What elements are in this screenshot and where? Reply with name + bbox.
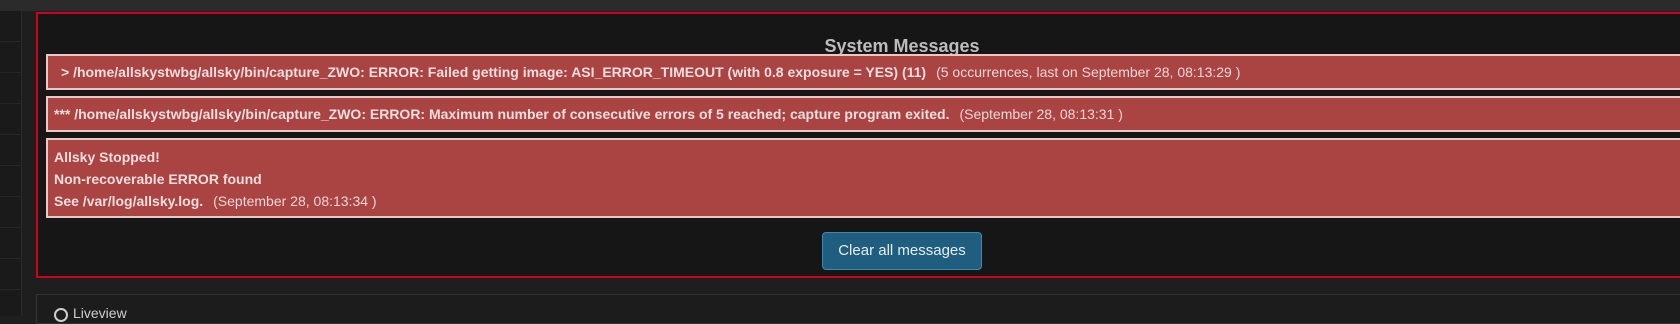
message-meta: (5 occurrences, last on September 28, 08… (936, 64, 1241, 80)
sidebar-cell[interactable] (0, 11, 21, 42)
top-bar (0, 0, 1680, 11)
sidebar-cell[interactable] (0, 104, 21, 135)
sidebar-cell[interactable] (0, 197, 21, 228)
message-line: Non-recoverable ERROR found (54, 171, 262, 187)
sidebar-cell[interactable] (0, 42, 21, 73)
left-sidebar (0, 11, 22, 316)
liveview-panel[interactable]: Liveview (36, 294, 1680, 324)
sidebar-cell[interactable] (0, 166, 21, 197)
sidebar-cell[interactable] (0, 135, 21, 166)
sidebar-cell[interactable] (0, 228, 21, 259)
message-line: Allsky Stopped! (54, 149, 160, 165)
message-alert: > /home/allskystwbg/allsky/bin/capture_Z… (46, 54, 1680, 90)
system-messages-panel: System Messages > /home/allskystwbg/alls… (36, 12, 1680, 278)
message-alert: *** /home/allskystwbg/allsky/bin/capture… (46, 96, 1680, 132)
message-text: > /home/allskystwbg/allsky/bin/capture_Z… (61, 64, 927, 80)
sidebar-cell[interactable] (0, 259, 21, 290)
message-line: See /var/log/allsky.log. (54, 193, 204, 209)
clear-all-messages-button[interactable]: Clear all messages (822, 232, 982, 270)
message-alert: Allsky Stopped! Non-recoverable ERROR fo… (46, 138, 1680, 218)
liveview-icon (54, 308, 68, 322)
liveview-label: Liveview (73, 305, 127, 321)
sidebar-cell[interactable] (0, 73, 21, 104)
message-meta: (September 28, 08:13:34 ) (213, 193, 377, 209)
message-text: *** /home/allskystwbg/allsky/bin/capture… (54, 106, 950, 122)
message-meta: (September 28, 08:13:31 ) (959, 106, 1123, 122)
